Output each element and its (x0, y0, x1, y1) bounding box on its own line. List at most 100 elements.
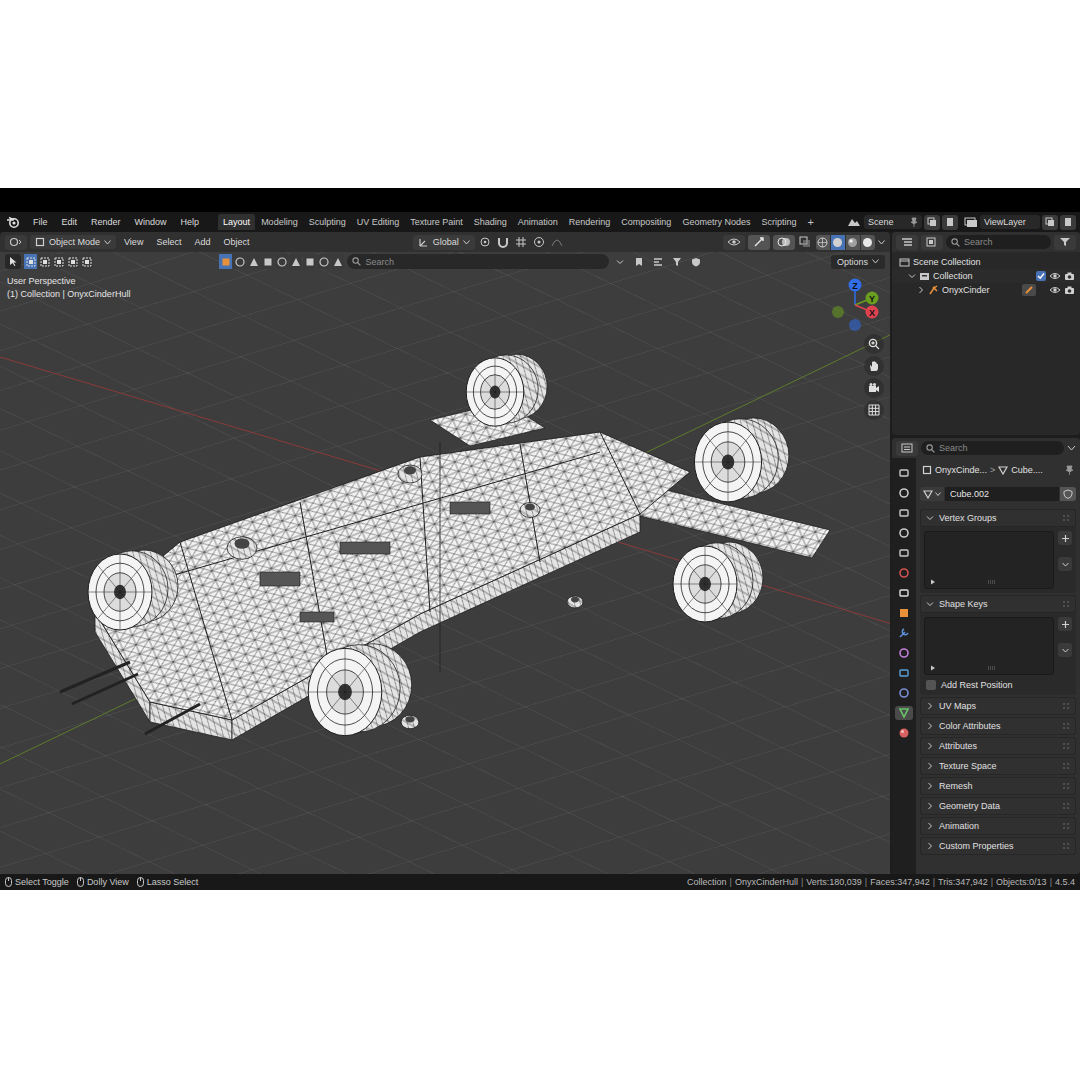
panel-header[interactable]: Attributes (920, 737, 1076, 755)
view-layer-field[interactable]: ViewLayer (980, 215, 1040, 229)
properties-tab[interactable] (895, 486, 913, 500)
bookmark-button[interactable] (631, 254, 647, 269)
pivot-button[interactable] (478, 235, 493, 250)
select-mode-button[interactable] (80, 254, 93, 269)
render-camera-icon[interactable] (1064, 271, 1075, 281)
outliner-search-field[interactable]: Search (946, 235, 1051, 249)
panel-header[interactable]: Vertex Groups (920, 509, 1076, 527)
camera-view-button[interactable] (864, 378, 884, 398)
expanded-icon[interactable] (908, 272, 916, 280)
resize-grip-icon[interactable] (987, 665, 997, 671)
properties-tab[interactable] (895, 686, 913, 700)
drag-handle-icon[interactable] (1062, 782, 1070, 790)
view-layer-icon[interactable] (964, 216, 978, 228)
filter-toggle-icon[interactable] (930, 579, 936, 585)
navigation-gizmo[interactable]: ZYX (828, 252, 888, 338)
breadcrumb-mesh[interactable]: Cube.... (1011, 465, 1043, 475)
mesh-name-field[interactable]: Cube.002 (945, 487, 1059, 501)
type-filter-button[interactable] (331, 254, 344, 269)
workspace-tab[interactable]: Geometry Nodes (677, 214, 755, 230)
y-axis-handle[interactable]: Y (866, 292, 879, 305)
viewport-search-field[interactable]: Search (347, 254, 609, 269)
filter-toggle-icon[interactable] (930, 665, 936, 671)
properties-tab[interactable] (895, 466, 913, 480)
x-axis-handle[interactable]: X (866, 306, 879, 319)
shield-button[interactable] (688, 254, 704, 269)
properties-tab[interactable] (895, 606, 913, 620)
workspace-tab[interactable]: Compositing (616, 214, 676, 230)
panel-header[interactable]: Custom Properties (920, 837, 1076, 855)
panel-header[interactable]: Animation (920, 817, 1076, 835)
remove-button[interactable] (1058, 549, 1072, 553)
filter-button[interactable] (1054, 235, 1076, 250)
type-filter-button[interactable] (317, 254, 330, 269)
negative-z-handle[interactable] (849, 319, 861, 331)
spaceship-model[interactable] (60, 354, 830, 740)
type-filter-button[interactable] (289, 254, 302, 269)
workspace-tab[interactable]: Scripting (756, 214, 801, 230)
blender-logo-icon[interactable] (6, 216, 20, 228)
workspace-tab[interactable]: Modeling (256, 214, 303, 230)
select-mode-button[interactable] (52, 254, 65, 269)
type-filter-button[interactable] (303, 254, 316, 269)
scene-icon[interactable] (846, 216, 862, 228)
snap-target-button[interactable] (514, 235, 529, 250)
properties-tab[interactable] (895, 666, 913, 680)
editor-type-button[interactable] (896, 235, 918, 250)
menu-item[interactable]: File (28, 215, 53, 229)
new-scene-button[interactable] (924, 215, 940, 230)
panel-header[interactable]: Geometry Data (920, 797, 1076, 815)
delete-view-layer-button[interactable] (1060, 215, 1076, 230)
drag-handle-icon[interactable] (1062, 742, 1070, 750)
negative-y-handle[interactable] (832, 306, 844, 318)
modifier-badge[interactable] (1022, 284, 1036, 296)
editor-type-button[interactable] (896, 441, 918, 456)
properties-tab[interactable] (895, 706, 913, 720)
option-row[interactable]: Add Rest Position (924, 679, 1072, 691)
orientation-dropdown[interactable]: Global (413, 235, 475, 250)
drag-handle-icon[interactable] (1062, 702, 1070, 710)
shading-mode-button[interactable] (861, 235, 875, 250)
breadcrumb-object[interactable]: OnyxCinde... (935, 465, 987, 475)
type-filter-button[interactable] (247, 254, 260, 269)
panel-header[interactable]: Shape Keys (920, 595, 1076, 613)
collapsed-icon[interactable] (917, 286, 925, 294)
z-axis-handle[interactable]: Z (849, 279, 862, 292)
filter-dropdown[interactable] (612, 254, 628, 269)
properties-tab[interactable] (895, 586, 913, 600)
select-mode-button[interactable] (38, 254, 51, 269)
pan-button[interactable] (864, 356, 884, 376)
new-view-layer-button[interactable] (1042, 215, 1058, 230)
viewport-menu-item[interactable]: View (119, 235, 148, 249)
shading-mode-button[interactable] (846, 235, 860, 250)
gizmo-button[interactable] (748, 235, 770, 250)
visibility-button[interactable] (723, 235, 745, 250)
3d-viewport[interactable]: Search Options User Perspective (1) Coll… (0, 252, 890, 874)
panel-header[interactable]: Color Attributes (920, 717, 1076, 735)
outliner-row[interactable]: Collection (892, 269, 1080, 283)
workspace-tab[interactable]: UV Editing (352, 214, 405, 230)
overlays-button[interactable] (773, 235, 795, 250)
mode-dropdown[interactable]: Object Mode (30, 235, 116, 249)
drag-handle-icon[interactable] (1062, 600, 1070, 608)
menu-item[interactable]: Window (130, 215, 172, 229)
resize-grip-icon[interactable] (987, 579, 997, 585)
xray-button[interactable] (798, 235, 813, 250)
properties-tab[interactable] (895, 506, 913, 520)
viewport-menu-item[interactable]: Add (189, 235, 215, 249)
fake-user-button[interactable] (1060, 487, 1076, 501)
pin-icon[interactable] (910, 217, 918, 227)
scene-view[interactable] (0, 252, 890, 874)
layout-button[interactable] (650, 254, 666, 269)
options-button[interactable]: Options (831, 255, 885, 269)
outliner-row[interactable]: OnyxCinder (892, 283, 1080, 297)
drag-handle-icon[interactable] (1062, 822, 1070, 830)
menu-item[interactable]: Help (176, 215, 205, 229)
pin-icon[interactable] (1065, 465, 1074, 475)
tool-button[interactable] (5, 254, 21, 269)
viewport-menu-item[interactable]: Select (151, 235, 186, 249)
drag-handle-icon[interactable] (1062, 514, 1070, 522)
specials-button[interactable] (1058, 643, 1072, 657)
menu-item[interactable]: Render (86, 215, 126, 229)
outliner-row[interactable]: Scene Collection (892, 255, 1080, 269)
